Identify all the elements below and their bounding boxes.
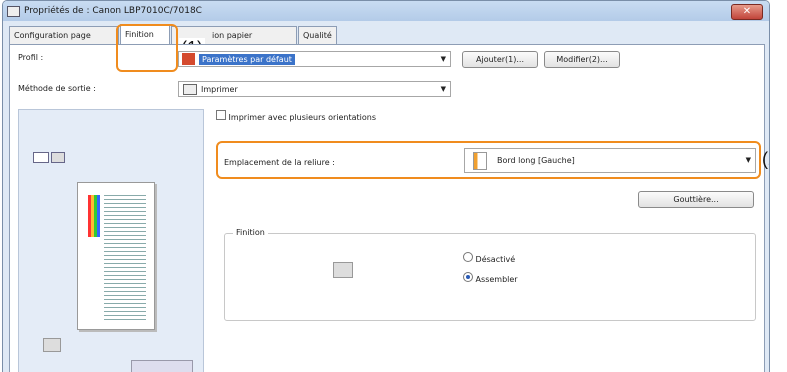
finishing-panel: Profil : Paramètres par défaut ▼ Ajouter…	[9, 44, 769, 372]
radio-collate-label: Assembler	[475, 275, 518, 284]
output-method-value: Imprimer	[201, 84, 238, 94]
radio-icon[interactable]	[463, 272, 473, 282]
multi-orientation-label: Imprimer avec plusieurs orientations	[228, 113, 377, 122]
properties-window: Propriétés de : Canon LBP7010C/7018C ✕ C…	[2, 0, 770, 372]
title-bar: Propriétés de : Canon LBP7010C/7018C	[3, 1, 769, 21]
gutter-button[interactable]: Gouttière...	[638, 191, 754, 208]
tab-qualite[interactable]: Qualité	[298, 26, 337, 45]
preview-pane	[18, 109, 204, 372]
output-method-label: Méthode de sortie :	[18, 84, 96, 93]
printer-small-icon	[43, 338, 61, 352]
profile-value: Paramètres par défaut	[199, 53, 295, 65]
output-method-combo[interactable]: Imprimer ▼	[178, 81, 451, 97]
profile-icon	[182, 53, 195, 65]
finishing-group-label: Finition	[233, 228, 268, 237]
profile-label: Profil :	[18, 53, 44, 62]
radio-deactivated-label: Désactivé	[475, 255, 516, 264]
text-lines-image	[104, 195, 146, 323]
printer-icon	[7, 5, 20, 17]
printer-collate-icon	[333, 262, 353, 278]
highlight-binding	[216, 141, 761, 179]
modify-profile-button[interactable]: Modifier(2)...	[544, 51, 620, 68]
finishing-group: Finition Désactivé Assembler	[224, 228, 756, 321]
print-icon	[183, 83, 197, 95]
annotation-2: (2)	[762, 149, 769, 169]
radio-icon[interactable]	[463, 252, 473, 262]
highlight-finition-tab	[116, 24, 178, 72]
color-bar-image	[88, 195, 100, 237]
checkbox-icon[interactable]	[216, 110, 226, 120]
radio-deactivated[interactable]: Désactivé	[463, 252, 515, 264]
chevron-down-icon: ▼	[440, 55, 446, 63]
page-view-icon[interactable]	[33, 152, 49, 163]
multi-orientation-checkbox[interactable]: Imprimer avec plusieurs orientations	[216, 110, 376, 122]
radio-collate[interactable]: Assembler	[463, 272, 518, 284]
printer-view-icon[interactable]	[51, 152, 65, 163]
layout-buttons[interactable]	[131, 360, 193, 372]
chevron-down-icon: ▼	[440, 85, 446, 93]
page-preview	[77, 182, 155, 330]
tab-configuration-page[interactable]: Configuration page	[9, 26, 119, 45]
add-profile-button[interactable]: Ajouter(1)...	[462, 51, 538, 68]
close-button[interactable]: ✕	[731, 4, 763, 20]
window-title: Propriétés de : Canon LBP7010C/7018C	[24, 6, 202, 16]
profile-combo[interactable]: Paramètres par défaut ▼	[178, 51, 451, 67]
